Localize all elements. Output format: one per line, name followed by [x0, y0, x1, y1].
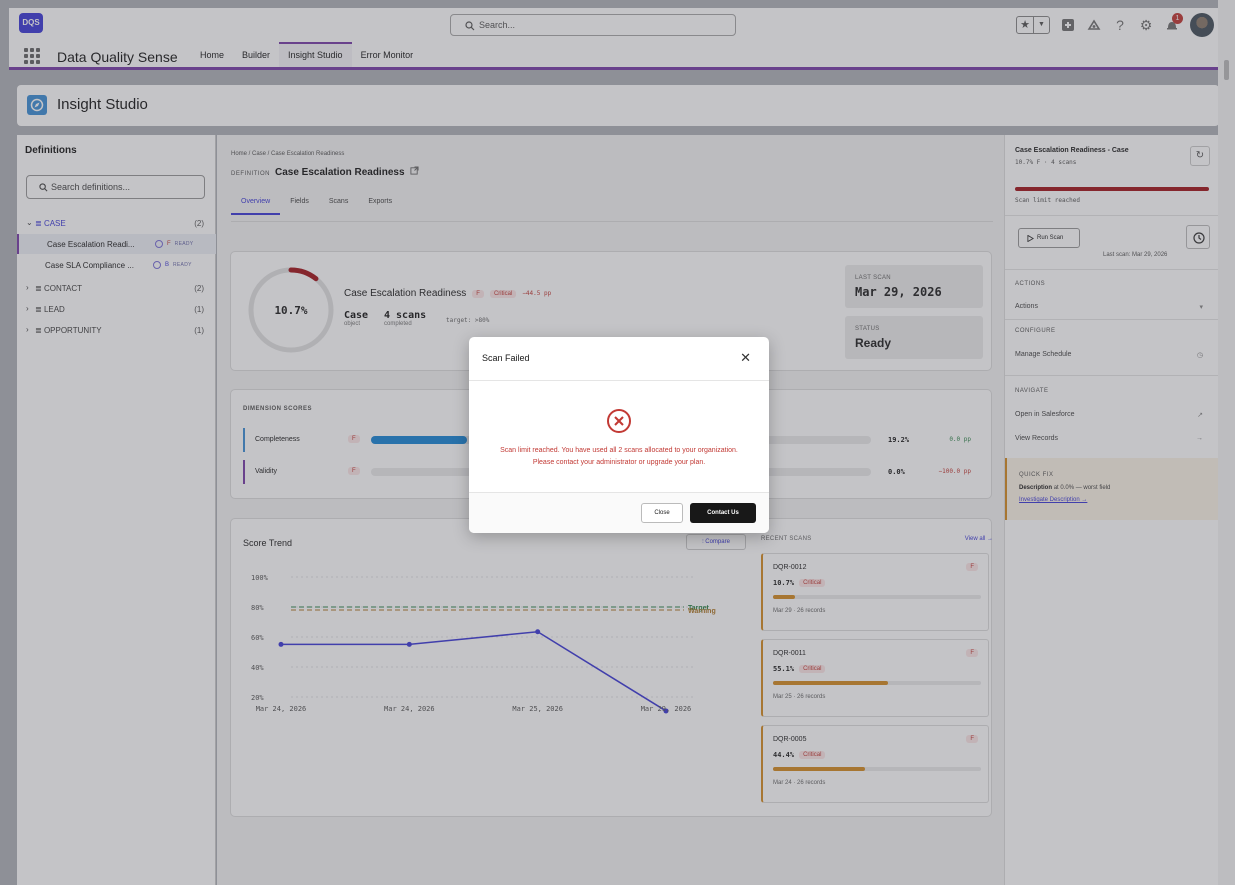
scan-failed-dialog: Scan Failed ✕ Scan limit reached. You ha…	[469, 337, 769, 533]
dialog-title: Scan Failed	[482, 353, 530, 363]
close-icon[interactable]: ✕	[740, 350, 751, 366]
dialog-header: Scan Failed ✕	[469, 337, 769, 381]
dialog-message: Scan limit reached. You have used all 2 …	[500, 447, 738, 466]
dialog-footer: Close Contact Us	[469, 492, 769, 533]
close-button[interactable]: Close	[641, 503, 683, 523]
error-icon	[607, 409, 631, 433]
contact-us-button[interactable]: Contact Us	[690, 503, 756, 523]
